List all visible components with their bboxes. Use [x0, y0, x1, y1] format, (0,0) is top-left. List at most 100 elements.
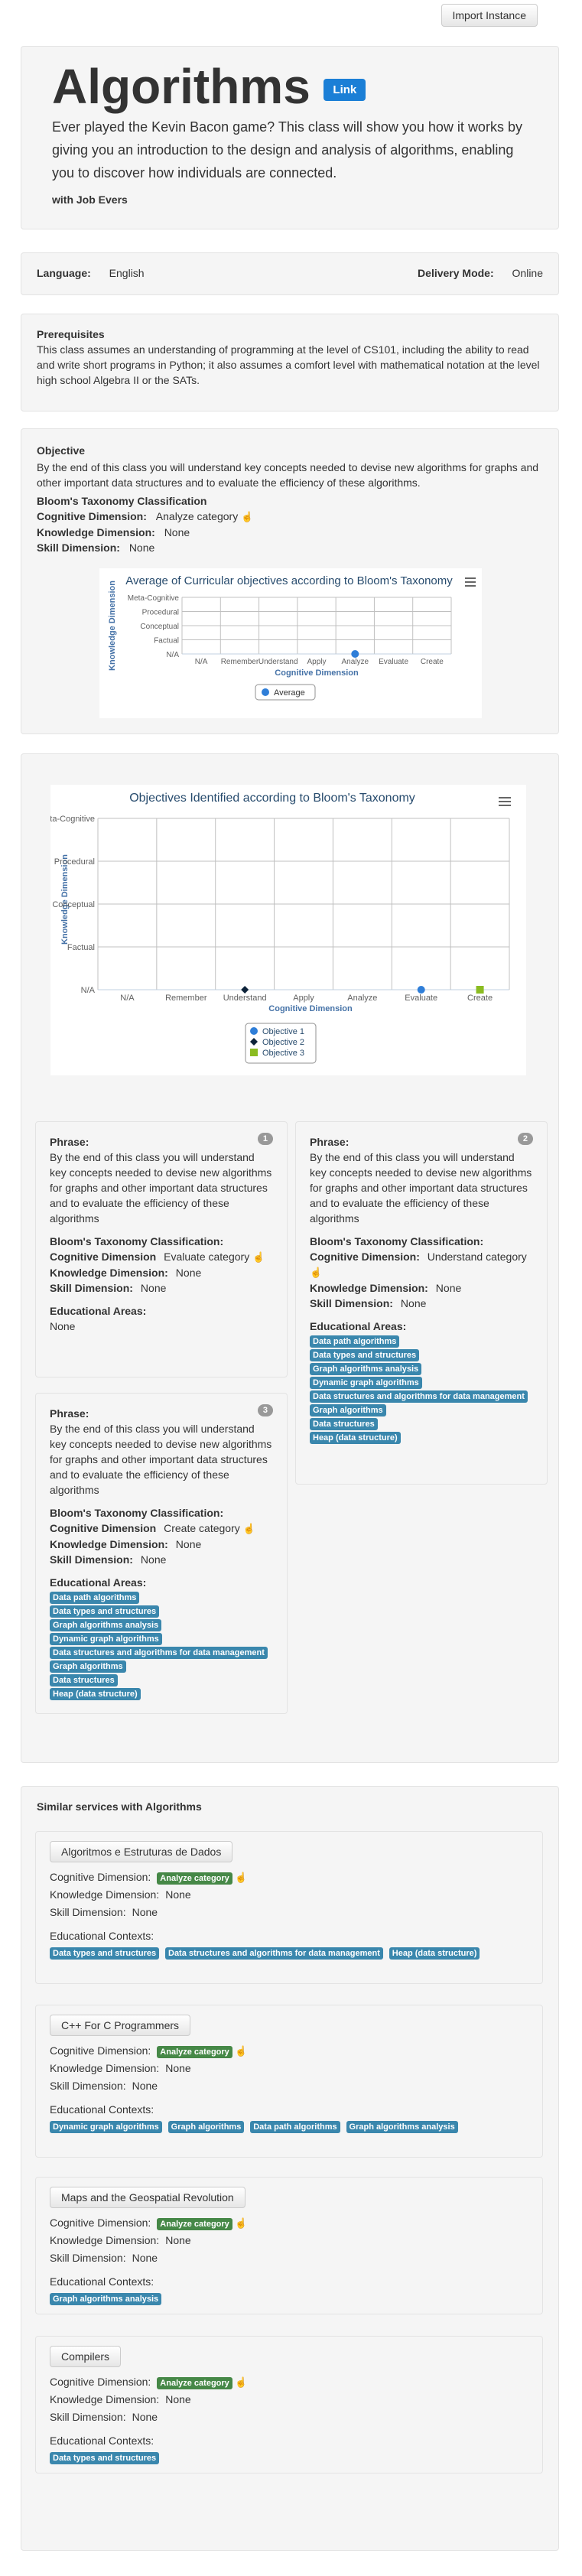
legend-label-objective-1: Objective 1 — [262, 1027, 304, 1036]
knowledge-value: None — [164, 526, 190, 538]
educational-contexts-label: Educational Contexts: — [50, 2275, 154, 2288]
educational-areas-label: Educational Areas: — [50, 1576, 147, 1589]
x-tick-label: Understand — [223, 994, 267, 1003]
area-tag[interactable]: Graph algorithms analysis — [50, 1619, 162, 1631]
similar-service-card: Compilers Cognitive Dimension: Analyze cat… — [35, 2336, 543, 2474]
context-tag[interactable]: Dynamic graph algorithms — [50, 2121, 162, 2133]
phrase-number-badge: 1 — [257, 1133, 273, 1145]
point-objective-1[interactable] — [417, 986, 425, 994]
average-chart-legend[interactable]: Average — [255, 684, 316, 701]
objectives-chart-svg: Objectives Identified according to Bloom… — [38, 792, 511, 1064]
skill-value: None — [128, 542, 155, 554]
service-name-button[interactable]: Maps and the Geospatial Revolution — [50, 2187, 245, 2208]
hamburger-menu-icon[interactable] — [465, 577, 476, 587]
service-name-button[interactable]: C++ For C Programmers — [50, 2015, 191, 2036]
phrase-text: By the end of this class you will unders… — [50, 1151, 272, 1225]
course-description: Ever played the Kevin Bacon game? This c… — [52, 119, 522, 181]
knowledge-row: Knowledge Dimension: None — [310, 1280, 533, 1296]
skill-label: Skill Dimension: — [50, 1553, 133, 1566]
legend-label-objective-2: Objective 2 — [262, 1038, 304, 1047]
y-tick-label: Procedural — [142, 609, 179, 617]
y-tick-label: Factual — [154, 637, 179, 646]
educational-contexts-label: Educational Contexts: — [50, 1930, 154, 1942]
area-tag[interactable]: Graph algorithms analysis — [310, 1363, 422, 1375]
service-name-button[interactable]: Algoritmos e Estruturas de Dados — [50, 1841, 233, 1862]
knowledge-value: None — [165, 1888, 191, 1901]
context-tag[interactable]: Data types and structures — [50, 1947, 160, 1960]
hamburger-menu-icon[interactable] — [499, 797, 511, 806]
objectives-chart-legend[interactable]: Objective 1 Objective 2 Objective 3 — [245, 1023, 317, 1064]
link-button[interactable]: Link — [324, 78, 366, 101]
hand-pointer-icon[interactable]: ☝ — [232, 1872, 247, 1883]
cognitive-value: Analyze category — [155, 510, 239, 522]
knowledge-value: None — [175, 1538, 202, 1550]
x-tick-label: Understand — [258, 658, 298, 666]
context-tag[interactable]: Data structures and algorithms for data … — [165, 1947, 383, 1960]
legend-label-average: Average — [274, 688, 305, 698]
x-tick-label: N/A — [120, 994, 135, 1003]
similar-service-card: Maps and the Geospatial Revolution Cognit… — [35, 2177, 543, 2314]
area-tag[interactable]: Data types and structures — [50, 1605, 160, 1618]
x-tick-label: N/A — [195, 658, 208, 666]
area-tag[interactable]: Heap (data structure) — [310, 1432, 401, 1444]
hand-pointer-icon[interactable]: ☝ — [232, 2217, 247, 2229]
phrase-label: Phrase: — [310, 1136, 350, 1148]
area-tag[interactable]: Graph algorithms — [50, 1660, 126, 1673]
point-average[interactable] — [351, 650, 359, 658]
area-tag[interactable]: Data path algorithms — [310, 1335, 400, 1348]
hand-pointer-icon[interactable]: ☝ — [252, 1251, 265, 1263]
objectives-chart-ylabel: Knowledge Dimension — [60, 854, 70, 945]
area-tag[interactable]: Data structures and algorithms for data … — [310, 1390, 528, 1403]
hand-pointer-icon[interactable]: ☝ — [232, 2376, 247, 2388]
context-tag[interactable]: Graph algorithms analysis — [50, 2293, 162, 2305]
area-tag[interactable]: Dynamic graph algorithms — [50, 1633, 162, 1645]
delivery-mode-value: Online — [512, 267, 543, 279]
knowledge-label: Knowledge Dimension: — [37, 526, 155, 538]
bloom-classification-label: Bloom's Taxonomy Classification: — [50, 1507, 224, 1519]
import-instance-button[interactable]: Import Instance — [441, 4, 538, 27]
skill-label: Skill Dimension: — [310, 1297, 393, 1309]
language-value: English — [109, 267, 145, 279]
area-tag[interactable]: Data structures and algorithms for data … — [50, 1647, 268, 1659]
phrase-text: By the end of this class you will unders… — [310, 1151, 532, 1225]
phrase-text: By the end of this class you will unders… — [50, 1423, 272, 1496]
hand-pointer-icon[interactable]: ☝ — [232, 2045, 247, 2057]
y-tick-label: Meta-Cognitive — [128, 594, 180, 603]
x-tick-label: Analyze — [341, 658, 369, 666]
context-tag[interactable]: Heap (data structure) — [389, 1947, 480, 1960]
area-tag[interactable]: Heap (data structure) — [50, 1688, 141, 1700]
point-objective-2[interactable] — [241, 986, 249, 994]
skill-value: None — [132, 2411, 158, 2423]
hand-pointer-icon[interactable]: ☝ — [310, 1267, 322, 1278]
x-tick-label: Apply — [307, 658, 326, 666]
cognitive-row: Cognitive Dimension Create category ☝ — [50, 1521, 273, 1537]
area-tag[interactable]: Data types and structures — [310, 1349, 420, 1361]
context-tag[interactable]: Graph algorithms — [167, 2121, 245, 2133]
course-info-row: Language: English Delivery Mode: Online — [21, 252, 559, 295]
x-tick-label: Remember — [165, 994, 207, 1003]
skill-value: None — [140, 1282, 167, 1294]
knowledge-label: Knowledge Dimension: — [50, 2234, 160, 2246]
point-objective-3[interactable] — [476, 986, 484, 994]
average-chart-xlabel: Cognitive Dimension — [275, 668, 359, 678]
context-tag[interactable]: Data path algorithms — [250, 2121, 340, 2133]
legend-marker-average — [262, 688, 269, 696]
context-tag[interactable]: Graph algorithms analysis — [346, 2121, 458, 2133]
phrase-card: 2 Phrase: By the end of this class you wil… — [295, 1121, 548, 1485]
area-tag[interactable]: Graph algorithms — [310, 1404, 386, 1416]
legend-marker-objective-1 — [250, 1027, 258, 1035]
knowledge-row: Knowledge Dimension: None — [50, 2391, 528, 2408]
educational-areas-label: Educational Areas: — [50, 1305, 147, 1317]
area-tag[interactable]: Dynamic graph algorithms — [310, 1377, 422, 1389]
area-tag[interactable]: Data structures — [50, 1674, 118, 1686]
area-tag[interactable]: Data structures — [310, 1418, 378, 1430]
similar-services-section: Similar services with Algorithms Algorit… — [21, 1786, 559, 2551]
service-name-button[interactable]: Compilers — [50, 2346, 122, 2367]
knowledge-row: Knowledge Dimension: None — [50, 2232, 528, 2249]
hand-pointer-icon[interactable]: ☝ — [243, 1523, 255, 1534]
area-tag[interactable]: Data path algorithms — [50, 1592, 140, 1604]
context-tag[interactable]: Data types and structures — [50, 2452, 160, 2464]
hand-pointer-icon[interactable]: ☝ — [241, 511, 253, 522]
y-tick-label: Procedural — [54, 857, 95, 867]
cognitive-label: Cognitive Dimension — [50, 1251, 157, 1263]
